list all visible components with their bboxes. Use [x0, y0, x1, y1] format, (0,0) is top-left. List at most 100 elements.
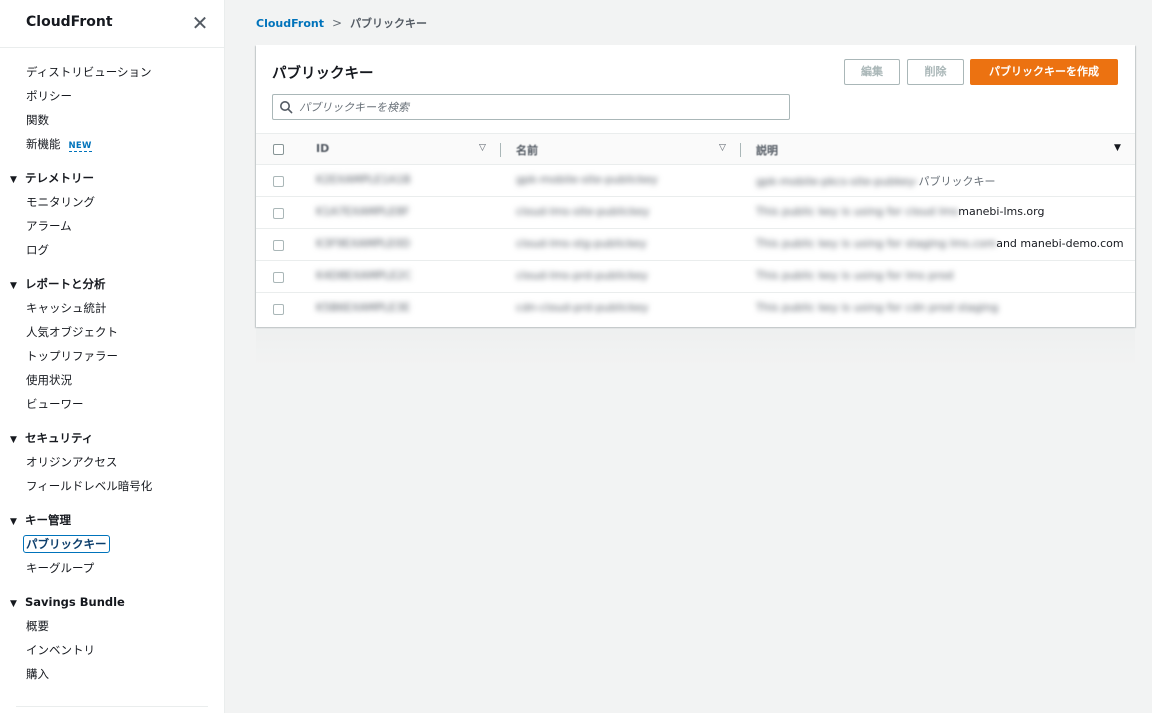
- sort-icon[interactable]: ▽: [479, 143, 486, 153]
- cell-id: K2EXAMPLE1A1B: [316, 173, 411, 186]
- caret-down-icon: ▼: [10, 281, 17, 291]
- sidebar-item-popular-objects[interactable]: 人気オブジェクト: [0, 320, 224, 344]
- sidebar-item-monitoring[interactable]: モニタリング: [0, 190, 224, 214]
- sidebar-item-label: アラーム: [26, 219, 72, 233]
- sidebar-section-savings-bundle[interactable]: ▼ Savings Bundle: [0, 590, 224, 614]
- breadcrumb-root-link[interactable]: CloudFront: [256, 17, 324, 30]
- sidebar-item-label: キーグループ: [26, 561, 95, 575]
- description-visible: パブリックキー: [918, 175, 996, 188]
- sidebar-section-label: レポートと分析: [25, 277, 106, 291]
- column-header-name[interactable]: 名前: [516, 142, 538, 158]
- sidebar-item-field-level-encryption[interactable]: フィールドレベル暗号化: [0, 474, 224, 498]
- sidebar-item-distributions[interactable]: ディストリビューション: [0, 60, 224, 84]
- sidebar-item-viewers[interactable]: ビューワー: [0, 392, 224, 416]
- new-badge: NEW: [68, 141, 92, 152]
- column-divider[interactable]: [740, 143, 741, 157]
- search-box[interactable]: [272, 94, 790, 120]
- sidebar-item-origin-access[interactable]: オリジンアクセス: [0, 450, 224, 474]
- sidebar: CloudFront ✕ ディストリビューション ポリシー 関数 新機能 NEW …: [0, 0, 225, 713]
- sidebar-section-security[interactable]: ▼ セキュリティ: [0, 426, 224, 450]
- cell-id: K3F9EXAMPLE0D: [316, 237, 411, 250]
- cell-description: This public key is using for cdn prod st…: [756, 301, 999, 314]
- row-checkbox[interactable]: [273, 304, 284, 315]
- breadcrumb-current: パブリックキー: [350, 17, 428, 30]
- sidebar-item-label: 使用状況: [26, 373, 72, 387]
- table-row[interactable]: K1A7EXAMPLE8F cloud-lms-site-publickey T…: [256, 197, 1135, 229]
- description-redacted: gpk-mobile-pkcs-site-pubkey-: [756, 175, 919, 188]
- sidebar-section-key-management[interactable]: ▼ キー管理: [0, 508, 224, 532]
- cell-description: This public key is using for cloud lms m…: [756, 205, 1044, 218]
- sidebar-section-label: Savings Bundle: [25, 595, 125, 609]
- cell-name: gpk-mobile-site-publickey: [516, 173, 658, 186]
- sidebar-item-inventory[interactable]: インベントリ: [0, 638, 224, 662]
- sidebar-section-reports[interactable]: ▼ レポートと分析: [0, 272, 224, 296]
- sort-icon[interactable]: ▼: [1114, 143, 1121, 153]
- cell-description: This public key is using for staging lms…: [756, 237, 1124, 250]
- sidebar-item-key-groups[interactable]: キーグループ: [0, 556, 224, 580]
- close-icon[interactable]: ✕: [191, 12, 209, 34]
- sidebar-section-telemetry[interactable]: ▼ テレメトリー: [0, 166, 224, 190]
- sidebar-item-purchase[interactable]: 購入: [0, 662, 224, 686]
- cell-name: cdn-cloud-prd-publickey: [516, 301, 649, 314]
- panel-shadow: [256, 327, 1135, 367]
- cell-name: cloud-lms-stg-publickey: [516, 237, 647, 250]
- description-visible: manebi-lms.org: [958, 205, 1045, 218]
- sidebar-item-cache-stats[interactable]: キャッシュ統計: [0, 296, 224, 320]
- sidebar-section-label: テレメトリー: [25, 171, 94, 185]
- sidebar-item-label: ディストリビューション: [26, 65, 152, 79]
- column-divider[interactable]: [500, 143, 501, 157]
- sort-icon[interactable]: ▽: [719, 143, 726, 153]
- sidebar-item-label: モニタリング: [26, 195, 95, 209]
- row-checkbox[interactable]: [273, 240, 284, 251]
- public-keys-panel: パブリックキー 編集 削除 パブリックキーを作成 ID ▽ 名前 ▽ 説明 ▼ …: [256, 45, 1135, 327]
- column-header-description[interactable]: 説明: [756, 142, 778, 158]
- row-checkbox[interactable]: [273, 208, 284, 219]
- sidebar-nav: ディストリビューション ポリシー 関数 新機能 NEW ▼ テレメトリー モニタリン…: [0, 60, 224, 686]
- sidebar-item-label: フィールドレベル暗号化: [26, 479, 153, 493]
- sidebar-item-policies[interactable]: ポリシー: [0, 84, 224, 108]
- delete-button[interactable]: 削除: [907, 59, 964, 85]
- description-redacted: This public key is using for staging lms…: [756, 237, 997, 250]
- row-checkbox[interactable]: [273, 176, 284, 187]
- select-all-checkbox[interactable]: [273, 144, 284, 155]
- create-public-key-button[interactable]: パブリックキーを作成: [970, 59, 1118, 85]
- cell-id: K5B6EXAMPLE3E: [316, 301, 410, 314]
- caret-down-icon: ▼: [10, 175, 17, 185]
- sidebar-item-label: ログ: [26, 243, 49, 257]
- description-redacted: This public key is using for cloud lms: [756, 205, 959, 218]
- sidebar-item-overview[interactable]: 概要: [0, 614, 224, 638]
- search-icon: [280, 101, 293, 114]
- sidebar-item-top-referrers[interactable]: トップリファラー: [0, 344, 224, 368]
- caret-down-icon: ▼: [10, 517, 17, 527]
- sidebar-item-usage[interactable]: 使用状況: [0, 368, 224, 392]
- search-input[interactable]: [299, 97, 779, 117]
- cell-name: cloud-lms-site-publickey: [516, 205, 650, 218]
- cell-description: This public key is using for lms prod: [756, 269, 954, 282]
- column-header-id[interactable]: ID: [316, 142, 329, 155]
- caret-down-icon: ▼: [10, 599, 17, 609]
- sidebar-item-label: 新機能: [26, 137, 61, 151]
- table-row[interactable]: K5B6EXAMPLE3E cdn-cloud-prd-publickey Th…: [256, 293, 1135, 325]
- sidebar-item-label: パブリックキー: [23, 535, 110, 553]
- sidebar-item-functions[interactable]: 関数: [0, 108, 224, 132]
- table-row[interactable]: K2EXAMPLE1A1B gpk-mobile-site-publickey …: [256, 165, 1135, 197]
- sidebar-item-label: 関数: [26, 113, 49, 127]
- sidebar-item-label: ポリシー: [26, 89, 72, 103]
- table-row[interactable]: K4D8EXAMPLE2C cloud-lms-prd-publickey Th…: [256, 261, 1135, 293]
- cell-id: K1A7EXAMPLE8F: [316, 205, 410, 218]
- sidebar-divider: [16, 706, 208, 707]
- row-checkbox[interactable]: [273, 272, 284, 283]
- sidebar-item-logs[interactable]: ログ: [0, 238, 224, 262]
- sidebar-title: CloudFront: [26, 14, 113, 30]
- sidebar-item-label: トップリファラー: [26, 349, 118, 363]
- sidebar-section-label: キー管理: [25, 513, 71, 527]
- sidebar-item-label: 購入: [26, 667, 49, 681]
- cell-name: cloud-lms-prd-publickey: [516, 269, 648, 282]
- sidebar-section-label: セキュリティ: [25, 431, 94, 445]
- sidebar-item-alarms[interactable]: アラーム: [0, 214, 224, 238]
- table-row[interactable]: K3F9EXAMPLE0D cloud-lms-stg-publickey Th…: [256, 229, 1135, 261]
- sidebar-item-whats-new[interactable]: 新機能 NEW: [0, 132, 224, 156]
- edit-button[interactable]: 編集: [844, 59, 900, 85]
- sidebar-item-public-keys[interactable]: パブリックキー: [0, 532, 224, 556]
- sidebar-item-label: キャッシュ統計: [26, 301, 107, 315]
